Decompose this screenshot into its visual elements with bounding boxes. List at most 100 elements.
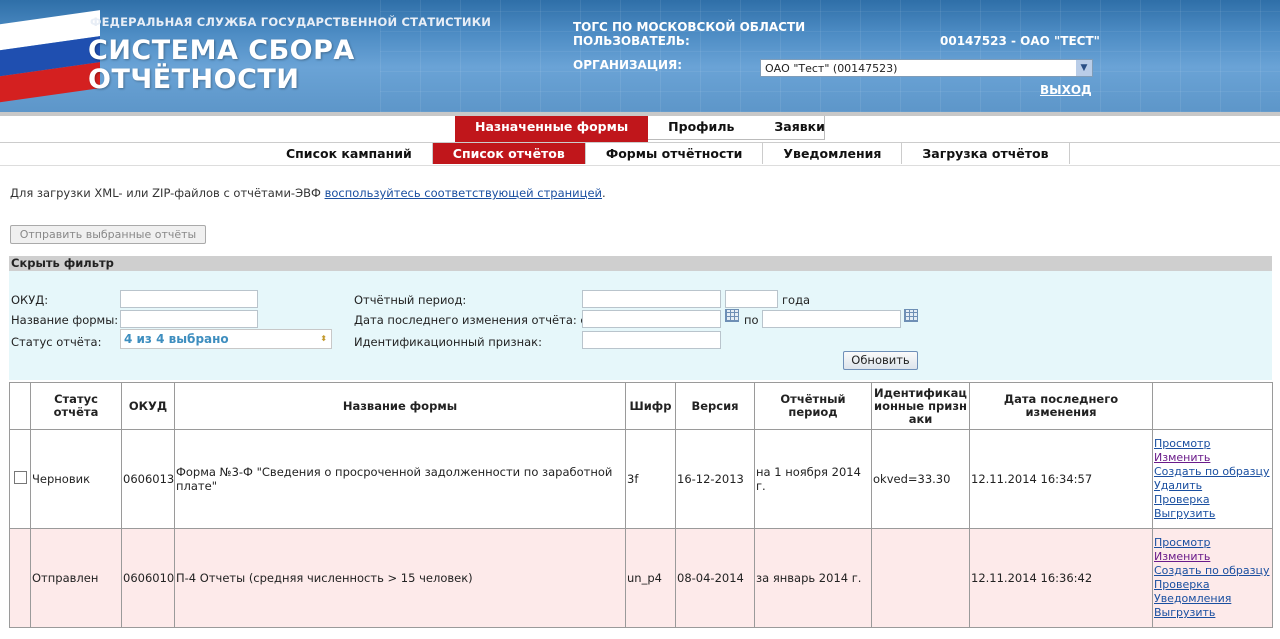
action-create-copy-link[interactable]: Создать по образцу <box>1154 465 1271 479</box>
upload-info-dot: . <box>602 186 606 200</box>
tab-report-list[interactable]: Список отчётов <box>432 143 586 164</box>
report-year-input[interactable] <box>725 290 778 308</box>
col-code: Шифр <box>625 382 676 430</box>
okud-label: ОКУД: <box>11 293 49 307</box>
report-period-input[interactable] <box>582 290 721 308</box>
action-export-link[interactable]: Выгрузить <box>1154 606 1271 620</box>
action-notifications-link[interactable]: Уведомления <box>1154 592 1271 606</box>
form-name-input[interactable] <box>120 310 258 328</box>
col-okud: ОКУД <box>121 382 175 430</box>
action-delete-link[interactable]: Удалить <box>1154 479 1271 493</box>
tab-profile[interactable]: Профиль <box>648 116 754 142</box>
row-select-cell <box>9 429 31 529</box>
row-checkbox[interactable] <box>14 471 27 484</box>
system-title-line1: СИСТЕМА СБОРА <box>88 35 355 66</box>
togs-label: ТОГС ПО МОСКОВСКОЙ ОБЛАСТИ <box>573 20 806 34</box>
actions-cell: Просмотр Изменить Создать по образцу Про… <box>1152 528 1273 628</box>
code-cell: un_p4 <box>625 528 676 628</box>
okud-cell: 0606013 <box>121 429 175 529</box>
table-row: Черновик 0606013 Форма №3-Ф "Сведения о … <box>9 429 1273 529</box>
col-status: Статус отчёта <box>30 382 122 430</box>
col-period: Отчётный период <box>754 382 872 430</box>
tab-report-forms[interactable]: Формы отчётности <box>586 143 764 164</box>
user-value: 00147523 - ОАО "ТЕСТ" <box>940 34 1100 48</box>
col-select <box>9 382 31 430</box>
russian-flag-logo <box>0 10 100 110</box>
user-label: ПОЛЬЗОВАТЕЛЬ: <box>573 34 690 48</box>
id-cell: okved=33.30 <box>871 429 970 529</box>
year-suffix-label: года <box>782 293 811 307</box>
row-select-cell <box>9 528 31 628</box>
update-button[interactable]: Обновить <box>843 351 918 370</box>
code-cell: 3f <box>625 429 676 529</box>
action-view-link[interactable]: Просмотр <box>1154 437 1271 451</box>
chevron-updown-icon: ⬍ <box>320 334 327 343</box>
action-check-link[interactable]: Проверка <box>1154 493 1271 507</box>
system-title: СИСТЕМА СБОРА ОТЧЁТНОСТИ <box>88 36 355 94</box>
table-header-row: Статус отчёта ОКУД Название формы Шифр В… <box>9 382 1273 430</box>
action-check-link[interactable]: Проверка <box>1154 578 1271 592</box>
col-actions <box>1152 382 1273 430</box>
calendar-icon[interactable] <box>904 309 918 322</box>
period-cell: на 1 ноября 2014 г. <box>754 429 872 529</box>
sub-nav-bar: Список кампаний Список отчётов Формы отч… <box>0 142 1280 166</box>
reports-table: Статус отчёта ОКУД Название формы Шифр В… <box>9 382 1273 628</box>
header-banner: ФЕДЕРАЛЬНАЯ СЛУЖБА ГОСУДАРСТВЕННОЙ СТАТИ… <box>0 0 1280 112</box>
send-selected-reports-button[interactable]: Отправить выбранные отчёты <box>10 225 206 244</box>
okud-input[interactable] <box>120 290 258 308</box>
action-view-link[interactable]: Просмотр <box>1154 536 1271 550</box>
id-cell <box>871 528 970 628</box>
form-name-cell: П-4 Отчеты (средняя численность > 15 чел… <box>174 528 626 628</box>
tab-notifications[interactable]: Уведомления <box>763 143 903 164</box>
logout-link[interactable]: ВЫХОД <box>1040 83 1092 97</box>
status-cell: Отправлен <box>30 528 122 628</box>
tab-campaign-list[interactable]: Список кампаний <box>266 143 433 164</box>
org-label: ОРГАНИЗАЦИЯ: <box>573 58 683 72</box>
header-chart-background <box>380 0 1280 112</box>
main-nav: Назначенные формы Профиль Заявки <box>455 116 845 142</box>
last-change-from-input[interactable] <box>582 310 721 328</box>
form-name-cell: Форма №3-Ф "Сведения о просроченной задо… <box>174 429 626 529</box>
changed-cell: 12.11.2014 16:34:57 <box>969 429 1153 529</box>
system-title-line2: ОТЧЁТНОСТИ <box>88 64 300 95</box>
upload-page-link[interactable]: воспользуйтесь соответствующей страницей <box>325 186 602 200</box>
federal-service-title: ФЕДЕРАЛЬНАЯ СЛУЖБА ГОСУДАРСТВЕННОЙ СТАТИ… <box>90 15 492 29</box>
tab-requests[interactable]: Заявки <box>754 116 845 142</box>
sub-nav: Список кампаний Список отчётов Формы отч… <box>266 143 1070 164</box>
upload-info-text: Для загрузки XML- или ZIP-файлов с отчёт… <box>10 186 321 200</box>
tab-assigned-forms[interactable]: Назначенные формы <box>455 116 649 142</box>
col-id-attributes: Идентификационные признаки <box>871 382 970 430</box>
id-attribute-input[interactable] <box>582 331 721 349</box>
last-change-to-input[interactable] <box>762 310 901 328</box>
table-row: Отправлен 0606010 П-4 Отчеты (средняя чи… <box>9 528 1273 628</box>
form-name-label: Название формы: <box>11 313 119 327</box>
report-period-label: Отчётный период: <box>354 293 467 307</box>
status-cell: Черновик <box>30 429 122 529</box>
col-version: Версия <box>675 382 755 430</box>
action-edit-link[interactable]: Изменить <box>1154 451 1271 465</box>
col-form-name: Название формы <box>174 382 626 430</box>
action-edit-link[interactable]: Изменить <box>1154 550 1271 564</box>
report-status-value: 4 из 4 выбрано <box>124 332 229 346</box>
period-cell: за январь 2014 г. <box>754 528 872 628</box>
chevron-down-icon: ▼ <box>1076 60 1092 76</box>
report-status-label: Статус отчёта: <box>11 335 102 349</box>
report-status-select[interactable]: 4 из 4 выбрано ⬍ <box>120 329 332 349</box>
okud-cell: 0606010 <box>121 528 175 628</box>
organization-select-value: ОАО "Тест" (00147523) <box>765 62 898 75</box>
changed-cell: 12.11.2014 16:36:42 <box>969 528 1153 628</box>
version-cell: 16-12-2013 <box>675 429 755 529</box>
actions-cell: Просмотр Изменить Создать по образцу Уда… <box>1152 429 1273 529</box>
action-create-copy-link[interactable]: Создать по образцу <box>1154 564 1271 578</box>
id-attribute-label: Идентификационный признак: <box>354 335 542 349</box>
hide-filter-toggle[interactable]: Скрыть фильтр <box>9 256 1272 271</box>
calendar-icon[interactable] <box>725 309 739 322</box>
organization-select[interactable]: ОАО "Тест" (00147523) ▼ <box>760 59 1093 77</box>
last-change-to-label: по <box>744 313 759 327</box>
last-change-from-label: Дата последнего изменения отчёта: с <box>354 313 587 327</box>
tab-report-upload[interactable]: Загрузка отчётов <box>902 143 1070 164</box>
action-export-link[interactable]: Выгрузить <box>1154 507 1271 521</box>
upload-info: Для загрузки XML- или ZIP-файлов с отчёт… <box>10 186 606 200</box>
filter-panel: Скрыть фильтр ОКУД: Название формы: Стат… <box>9 256 1272 380</box>
version-cell: 08-04-2014 <box>675 528 755 628</box>
